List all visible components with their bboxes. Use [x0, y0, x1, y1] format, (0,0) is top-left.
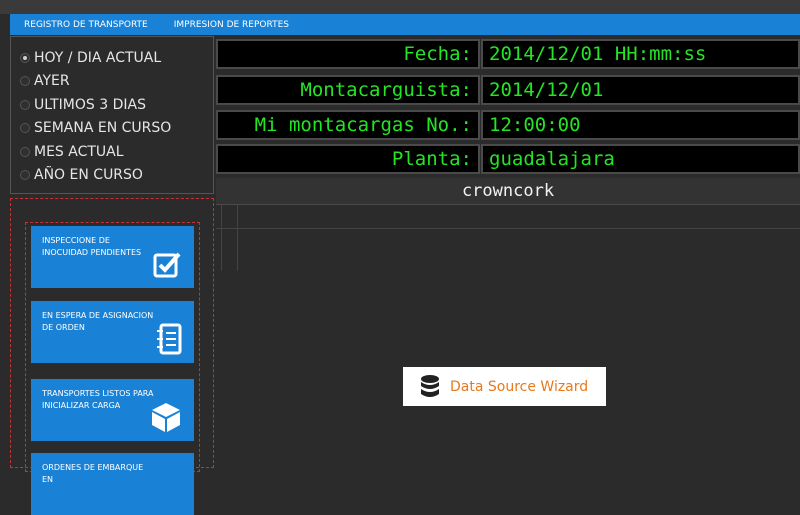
grid-column-divider: [237, 205, 238, 271]
radio-unchecked-icon: [20, 76, 30, 87]
radio-label: HOY / DIA ACTUAL: [34, 49, 162, 66]
database-icon: [421, 374, 439, 397]
montacargas-no-label: Mi montacargas No.:: [216, 110, 480, 140]
radio-unchecked-icon: [20, 123, 30, 134]
grid-column-divider: [221, 205, 222, 271]
montacarguista-label: Montacarguista:: [216, 75, 480, 105]
window-frame: [0, 0, 800, 14]
tile-label: TRANSPORTES LISTOS PARA INICIALIZAR CARG…: [42, 389, 154, 410]
radio-unchecked-icon: [20, 99, 30, 110]
menu-impresion-de-reportes[interactable]: IMPRESION DE REPORTES: [160, 20, 301, 30]
tile-ordenes-de-embarque[interactable]: ORDENES DE EMBARQUE EN: [31, 453, 194, 515]
tiles-container: INSPECCIONE DE INOCUIDAD PENDIENTES EN E…: [25, 222, 200, 515]
montacarguista-value: 2014/12/01: [481, 75, 800, 105]
checkbox-icon: [153, 252, 181, 278]
tile-espera-asignacion[interactable]: EN ESPERA DE ASIGNACION DE ORDEN: [31, 301, 194, 363]
menu-registro-de-transporte[interactable]: REGISTRO DE TRANSPORTE: [10, 20, 160, 30]
radio-ultimos-3-dias[interactable]: ULTIMOS 3 DIAS: [11, 93, 213, 117]
planta-value: guadalajara: [481, 144, 800, 174]
montacargas-no-value: 12:00:00: [481, 110, 800, 140]
fecha-value: 2014/12/01 HH:mm:ss: [481, 39, 800, 69]
radio-label: AÑO EN CURSO: [34, 167, 143, 184]
tile-label: INSPECCIONE DE INOCUIDAD PENDIENTES: [42, 236, 142, 257]
radio-ano-en-curso[interactable]: AÑO EN CURSO: [11, 164, 213, 188]
tile-transportes-listos[interactable]: TRANSPORTES LISTOS PARA INICIALIZAR CARG…: [31, 379, 194, 441]
data-source-wizard-button[interactable]: Data Source Wizard: [403, 367, 606, 406]
radio-checked-icon: [20, 52, 30, 63]
grid-header-divider: [216, 228, 800, 229]
tile-inspecciones-pendientes[interactable]: INSPECCIONE DE INOCUIDAD PENDIENTES: [31, 226, 194, 288]
notebook-icon: [157, 323, 182, 355]
tiles-panel: INSPECCIONE DE INOCUIDAD PENDIENTES EN E…: [10, 198, 214, 515]
radio-label: ULTIMOS 3 DIAS: [34, 96, 146, 113]
data-grid[interactable]: [216, 205, 800, 463]
tile-label: EN ESPERA DE ASIGNACION DE ORDEN: [42, 311, 154, 332]
plant-name-banner: crowncork: [216, 178, 800, 205]
box-icon: [152, 403, 180, 432]
tile-label: ORDENES DE EMBARQUE EN: [42, 463, 144, 484]
radio-semana-en-curso[interactable]: SEMANA EN CURSO: [11, 117, 213, 141]
radio-mes-actual[interactable]: MES ACTUAL: [11, 140, 213, 164]
radio-label: SEMANA EN CURSO: [34, 120, 172, 137]
fecha-label: Fecha:: [216, 39, 480, 69]
radio-label: AYER: [34, 73, 70, 90]
radio-unchecked-icon: [20, 170, 30, 181]
radio-hoy[interactable]: HOY / DIA ACTUAL: [11, 46, 213, 70]
date-filter-panel: HOY / DIA ACTUAL AYER ULTIMOS 3 DIAS SEM…: [10, 36, 214, 194]
planta-label: Planta:: [216, 144, 480, 174]
menu-bar: REGISTRO DE TRANSPORTE IMPRESION DE REPO…: [10, 14, 800, 35]
radio-label: MES ACTUAL: [34, 143, 124, 160]
radio-unchecked-icon: [20, 146, 30, 157]
wizard-label: Data Source Wizard: [450, 378, 589, 395]
radio-ayer[interactable]: AYER: [11, 70, 213, 94]
